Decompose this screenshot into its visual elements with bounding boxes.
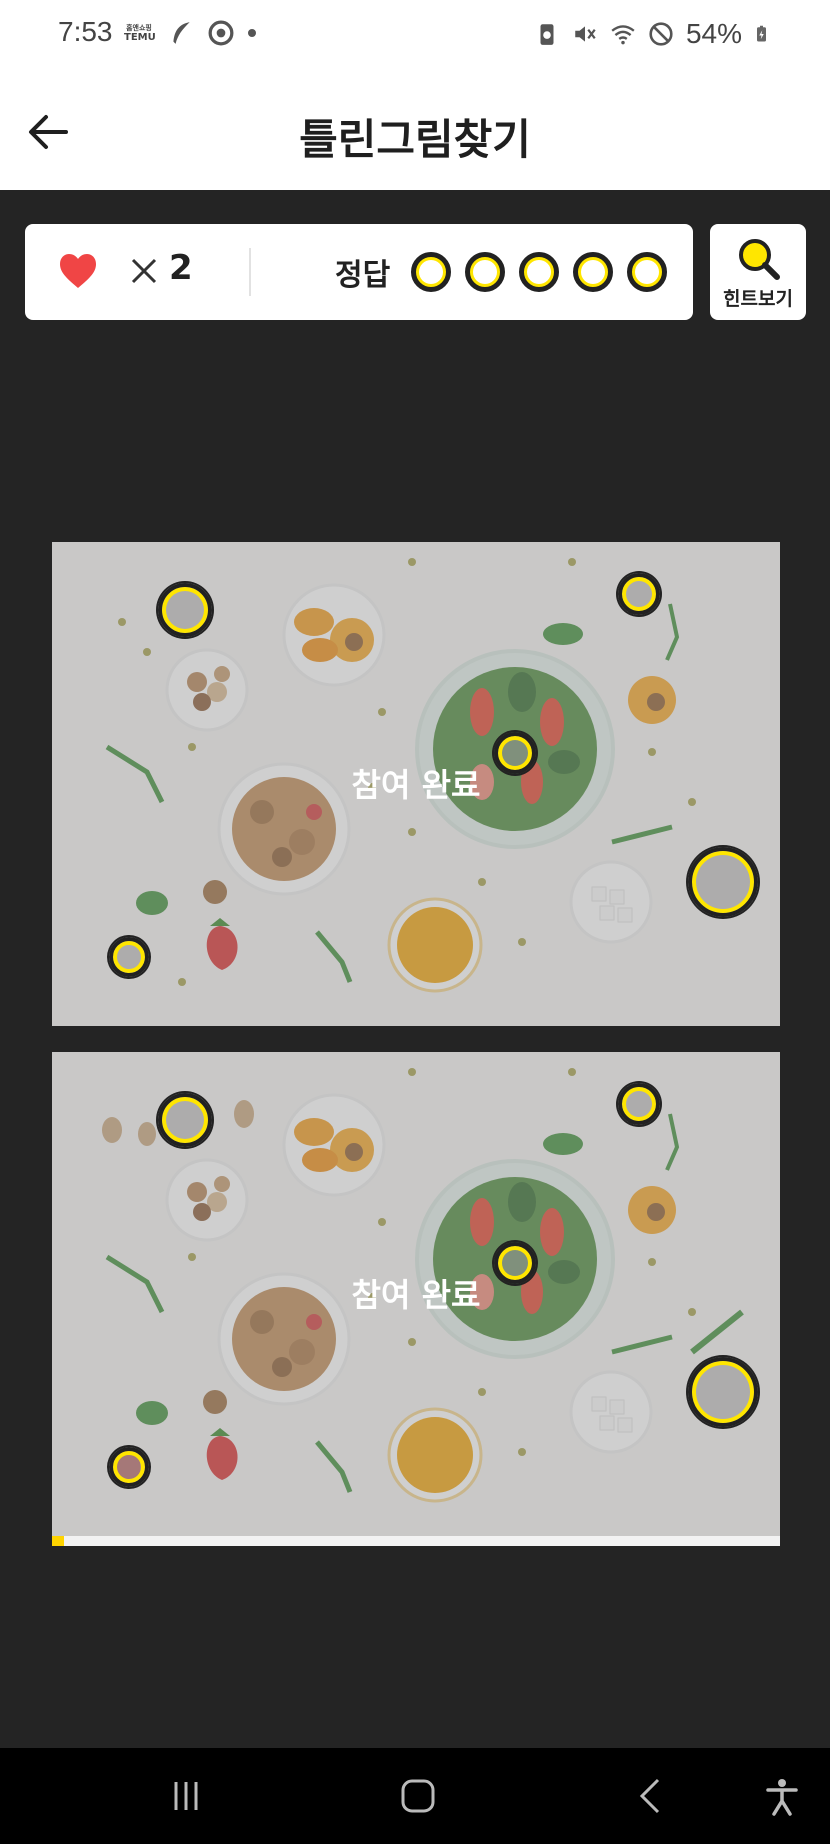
battery-saver-icon xyxy=(540,24,554,45)
times-icon xyxy=(131,258,157,284)
answer-slot xyxy=(411,252,451,292)
recent-apps-icon[interactable] xyxy=(164,1774,208,1818)
answer-label: 정답 xyxy=(335,258,391,293)
magnifier-icon xyxy=(739,239,780,280)
chrome-icon xyxy=(208,20,234,46)
dnd-icon xyxy=(649,22,673,46)
app-header: 틀린그림찾기 xyxy=(0,72,830,190)
participation-complete-label: 참여 완료 xyxy=(351,766,481,804)
divider xyxy=(249,248,251,296)
status-right-icons: 54% xyxy=(534,18,772,50)
answer-slot xyxy=(465,252,505,292)
found-marker xyxy=(688,1357,758,1427)
found-marker xyxy=(158,1093,212,1147)
back-icon[interactable] xyxy=(630,1774,674,1818)
wifi-icon xyxy=(611,25,635,45)
mute-icon xyxy=(575,26,596,42)
status-left-icons: 홈앤쇼핑 TEMU xyxy=(124,20,256,46)
answer-slot xyxy=(573,252,613,292)
status-bar: 7:53 홈앤쇼핑 TEMU 54% xyxy=(0,0,830,72)
status-time: 7:53 xyxy=(58,16,113,47)
answer-slot xyxy=(627,252,667,292)
battery-icon xyxy=(757,25,766,42)
found-marker xyxy=(109,1447,149,1487)
feather-icon xyxy=(173,22,190,44)
accessibility-icon[interactable] xyxy=(760,1774,804,1818)
heart-icon xyxy=(60,254,96,288)
time-progress-fill xyxy=(52,1536,64,1546)
answer-slot xyxy=(519,252,559,292)
found-marker xyxy=(109,937,149,977)
found-marker xyxy=(158,583,212,637)
hint-label: 힌트보기 xyxy=(723,288,793,310)
modified-image[interactable]: 참여 완료 xyxy=(52,1052,780,1536)
home-icon[interactable] xyxy=(396,1774,440,1818)
temu-icon: 홈앤쇼핑 TEMU xyxy=(124,23,156,43)
dot-icon xyxy=(248,29,256,37)
time-progress-bar xyxy=(52,1536,780,1546)
temu-icon-label: TEMU xyxy=(124,32,156,43)
found-marker xyxy=(618,1083,660,1125)
score-card: 2 정답 xyxy=(25,224,693,320)
system-nav-bar xyxy=(0,1748,830,1844)
lives-count: 2 xyxy=(169,248,193,288)
hint-button[interactable]: 힌트보기 xyxy=(710,224,806,320)
original-image[interactable]: 참여 완료 xyxy=(52,542,780,1026)
answer-slots xyxy=(411,252,667,292)
found-marker xyxy=(618,573,660,615)
page-title: 틀린그림찾기 xyxy=(299,115,531,164)
found-marker xyxy=(688,847,758,917)
participation-complete-label: 참여 완료 xyxy=(351,1276,481,1314)
battery-percent: 54% xyxy=(685,18,742,49)
